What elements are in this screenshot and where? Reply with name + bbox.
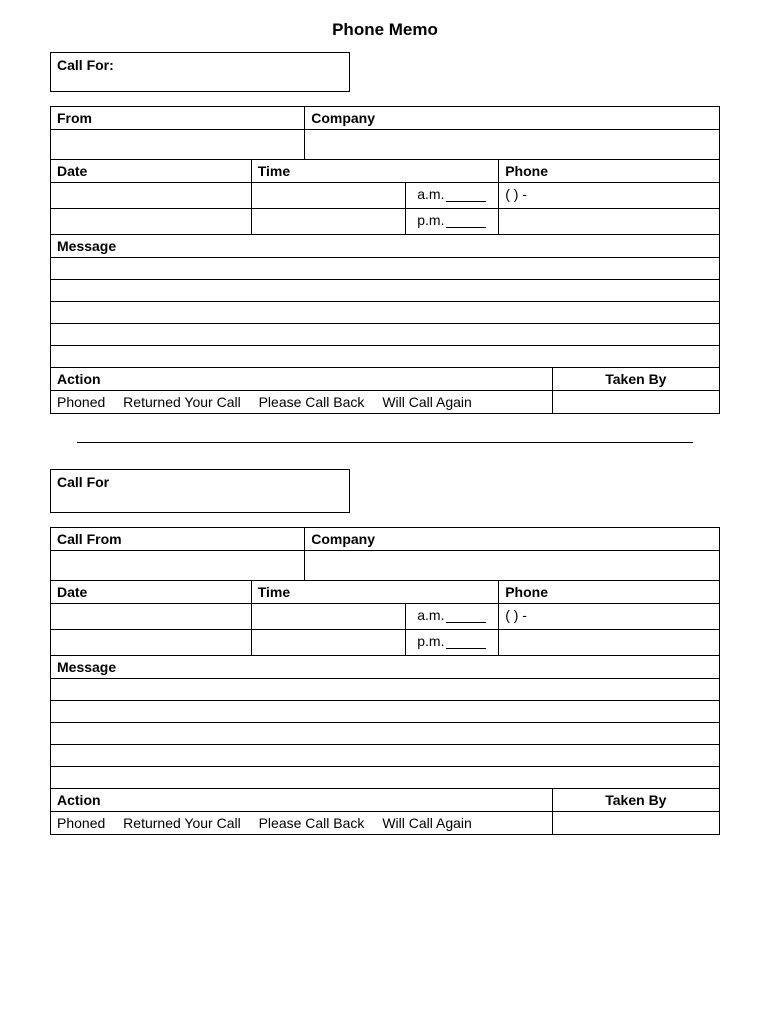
pm-cell-1[interactable]: p.m. (405, 209, 499, 235)
takenby-header-1: Taken By (552, 368, 719, 391)
from-header-2: Call From (51, 528, 305, 551)
message-line-1[interactable] (51, 346, 720, 368)
message-line-1[interactable] (51, 324, 720, 346)
action-phoned-2: Phoned (57, 815, 105, 831)
am-cell-1[interactable]: a.m. (405, 183, 499, 209)
am-cell-2[interactable]: a.m. (405, 604, 499, 630)
phone-field-2b[interactable] (499, 630, 720, 656)
page-title: Phone Memo (50, 20, 720, 40)
action-header-1: Action (51, 368, 553, 391)
action-cell-1[interactable]: Phoned Returned Your Call Please Call Ba… (51, 391, 553, 414)
time-header-2: Time (251, 581, 499, 604)
memo-table-2: Call From Company Date Time Phone a.m. (… (50, 527, 720, 835)
company-field-1[interactable] (305, 130, 720, 160)
date-field-2a[interactable] (51, 604, 252, 630)
date-header-1: Date (51, 160, 252, 183)
date-field-1a[interactable] (51, 183, 252, 209)
call-for-box-1[interactable]: Call For: (50, 52, 350, 92)
message-line-2[interactable] (51, 701, 720, 723)
date-header-2: Date (51, 581, 252, 604)
action-again-1: Will Call Again (382, 394, 471, 410)
action-phoned-1: Phoned (57, 394, 105, 410)
message-header-2: Message (51, 656, 720, 679)
separator (77, 442, 693, 443)
company-header-2: Company (305, 528, 720, 551)
date-field-2b[interactable] (51, 630, 252, 656)
call-for-label-2: Call For (57, 474, 109, 490)
action-callback-1: Please Call Back (259, 394, 365, 410)
action-again-2: Will Call Again (382, 815, 471, 831)
call-for-label-1: Call For: (57, 57, 114, 73)
takenby-header-2: Taken By (552, 789, 719, 812)
call-for-box-2[interactable]: Call For (50, 469, 350, 513)
time-field-1a[interactable] (251, 183, 405, 209)
phone-header-1: Phone (499, 160, 720, 183)
message-line-1[interactable] (51, 258, 720, 280)
memo-table-1: From Company Date Time Phone a.m. ( ) - … (50, 106, 720, 414)
pm-cell-2[interactable]: p.m. (405, 630, 499, 656)
company-header-1: Company (305, 107, 720, 130)
time-header-1: Time (251, 160, 499, 183)
action-returned-2: Returned Your Call (123, 815, 241, 831)
time-field-1b[interactable] (251, 209, 405, 235)
message-header-1: Message (51, 235, 720, 258)
phone-header-2: Phone (499, 581, 720, 604)
message-line-2[interactable] (51, 767, 720, 789)
takenby-field-1[interactable] (552, 391, 719, 414)
from-header-1: From (51, 107, 305, 130)
time-field-2a[interactable] (251, 604, 405, 630)
phone-field-1b[interactable] (499, 209, 720, 235)
action-header-2: Action (51, 789, 553, 812)
message-line-1[interactable] (51, 302, 720, 324)
from-field-1[interactable] (51, 130, 305, 160)
from-field-2[interactable] (51, 551, 305, 581)
company-field-2[interactable] (305, 551, 720, 581)
action-callback-2: Please Call Back (259, 815, 365, 831)
message-line-1[interactable] (51, 280, 720, 302)
takenby-field-2[interactable] (552, 812, 719, 835)
message-line-2[interactable] (51, 723, 720, 745)
phone-field-2[interactable]: ( ) - (499, 604, 720, 630)
message-line-2[interactable] (51, 745, 720, 767)
date-field-1b[interactable] (51, 209, 252, 235)
phone-field-1[interactable]: ( ) - (499, 183, 720, 209)
action-returned-1: Returned Your Call (123, 394, 241, 410)
action-cell-2[interactable]: Phoned Returned Your Call Please Call Ba… (51, 812, 553, 835)
time-field-2b[interactable] (251, 630, 405, 656)
message-line-2[interactable] (51, 679, 720, 701)
